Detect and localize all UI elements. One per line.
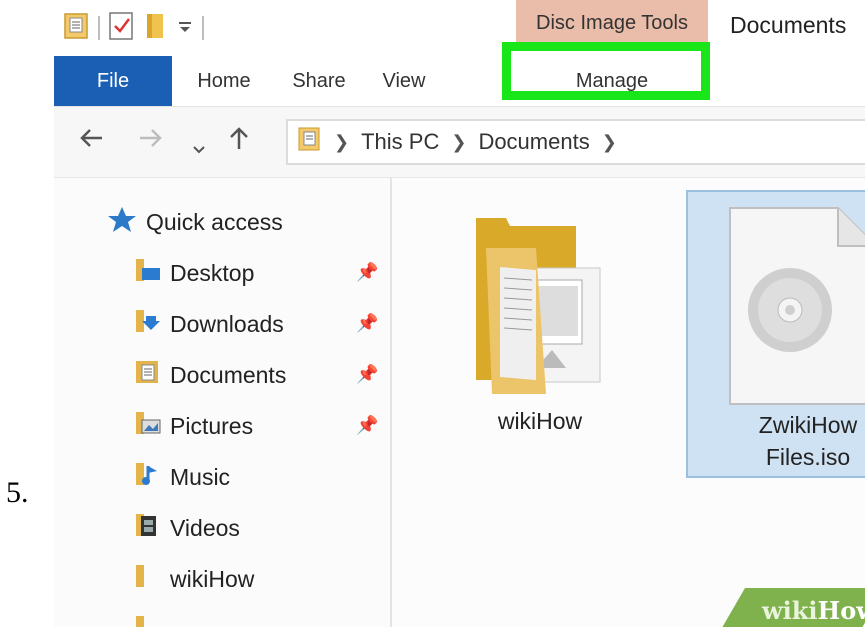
navigation-pane: Quick access Desktop 📌 Downloads 📌 Docum…: [54, 178, 390, 627]
file-list: wikiHow ZwikiHow Files.iso wikiHow: [392, 178, 865, 627]
sidebar-item-label: Quick access: [146, 208, 283, 235]
toolbar-separator: [202, 16, 204, 40]
sidebar-item-label: Documents: [170, 361, 287, 388]
desktop-folder-icon: [134, 256, 162, 290]
file-item-iso-selected[interactable]: ZwikiHow Files.iso: [686, 190, 865, 478]
sidebar-item-label: Music: [170, 463, 231, 490]
checklist-icon[interactable]: [108, 11, 136, 46]
up-arrow-icon[interactable]: [228, 125, 250, 158]
sidebar-item-quick-access[interactable]: Quick access: [106, 202, 283, 242]
tab-home[interactable]: Home: [172, 56, 276, 106]
file-name-line-2: Files.iso: [765, 444, 851, 470]
breadcrumb-separator-icon[interactable]: ❯: [334, 132, 349, 153]
ribbon-tab-bar: File Home Share View Manage: [54, 56, 865, 107]
tab-share[interactable]: Share: [276, 56, 362, 106]
file-name: wikiHow: [497, 408, 583, 434]
file-name-line-1: ZwikiHow: [758, 412, 858, 438]
pictures-folder-icon: [134, 409, 162, 443]
back-arrow-icon[interactable]: [78, 125, 104, 157]
sidebar-item-pictures[interactable]: Pictures: [134, 406, 253, 446]
breadcrumb-documents[interactable]: Documents: [478, 129, 589, 155]
customize-toolbar-icon[interactable]: [176, 16, 194, 41]
new-folder-icon[interactable]: [144, 12, 168, 45]
pin-icon[interactable]: 📌: [356, 313, 378, 334]
folder-icon: [134, 613, 162, 627]
window-title: Documents: [730, 12, 847, 38]
sidebar-item-label: Downloads: [170, 310, 284, 337]
sidebar-item-documents[interactable]: Documents: [134, 355, 286, 395]
disc-image-tools-context-label: Disc Image Tools: [516, 0, 708, 46]
sidebar-item-partial[interactable]: [134, 610, 162, 627]
sidebar-item-label: wikiHow: [170, 565, 255, 592]
tab-file[interactable]: File: [54, 56, 172, 106]
address-bar[interactable]: ❯ This PC ❯ Documents ❯: [286, 119, 865, 165]
breadcrumb-separator-icon[interactable]: ❯: [602, 132, 617, 153]
music-folder-icon: [134, 460, 162, 494]
videos-folder-icon: [134, 511, 162, 545]
wikihow-watermark: wikiHow: [762, 596, 865, 625]
sidebar-item-label: Pictures: [170, 412, 254, 439]
downloads-folder-icon: [134, 307, 162, 341]
documents-location-icon: [298, 126, 322, 158]
sidebar-item-downloads[interactable]: Downloads: [134, 304, 284, 344]
folder-icon: [466, 208, 606, 403]
sidebar-item-music[interactable]: Music: [134, 457, 230, 497]
recent-locations-chevron-icon[interactable]: [192, 131, 206, 163]
pin-icon[interactable]: 📌: [356, 262, 378, 283]
toolbar-separator: [98, 16, 100, 40]
sidebar-item-videos[interactable]: Videos: [134, 508, 240, 548]
step-number: 5.: [6, 476, 29, 509]
disc-image-file-icon: [728, 206, 865, 411]
pin-icon[interactable]: 📌: [356, 364, 378, 385]
quick-access-toolbar: [64, 11, 204, 46]
sidebar-item-desktop[interactable]: Desktop: [134, 253, 254, 293]
title-bar: Disc Image Tools Documents: [54, 0, 865, 56]
folder-icon: [134, 562, 162, 596]
pin-icon[interactable]: 📌: [356, 415, 378, 436]
properties-icon[interactable]: [64, 12, 90, 45]
tab-view[interactable]: View: [362, 56, 446, 106]
sidebar-item-wikihow[interactable]: wikiHow: [134, 559, 254, 599]
star-icon: [106, 205, 138, 239]
manage-tab-highlight: [502, 42, 710, 100]
sidebar-item-label: Desktop: [170, 259, 255, 286]
navigation-bar: ❯ This PC ❯ Documents ❯: [54, 107, 865, 178]
sidebar-item-label: Videos: [170, 514, 240, 541]
forward-arrow-icon[interactable]: [138, 125, 164, 157]
documents-folder-icon: [134, 358, 162, 392]
file-explorer-window: Disc Image Tools Documents File Home Sha…: [54, 0, 865, 627]
breadcrumb-separator-icon[interactable]: ❯: [451, 132, 466, 153]
breadcrumb-this-pc[interactable]: This PC: [361, 129, 439, 155]
